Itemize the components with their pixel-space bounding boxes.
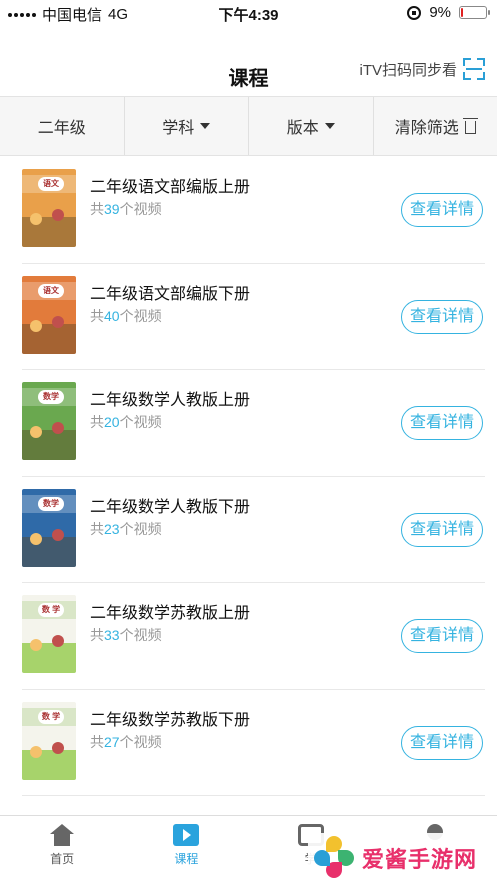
video-count-suffix: 个视频 <box>119 307 162 324</box>
play-video-icon <box>173 824 200 846</box>
trash-icon <box>462 117 478 134</box>
cover-subject-label: 数 学 <box>38 709 64 724</box>
edition-filter[interactable]: 版本 <box>249 97 374 155</box>
video-count: 共39个视频 <box>90 199 162 219</box>
home-icon <box>50 824 75 846</box>
view-details-button[interactable]: 查看详情 <box>401 619 483 653</box>
video-count-number: 33 <box>104 627 120 643</box>
cover-subject-label: 语文 <box>38 177 64 191</box>
course-cover-image[interactable]: 语文 <box>22 169 76 247</box>
course-cover-image[interactable]: 数 学 <box>22 701 76 780</box>
itv-label: iTV扫码同步看 <box>359 61 457 79</box>
clear-filter-label: 清除筛选 <box>394 120 459 137</box>
course-title[interactable]: 二年级数学苏教版上册 <box>90 599 250 623</box>
course-cover-image[interactable]: 数学 <box>22 382 76 460</box>
chevron-down-icon <box>200 123 211 129</box>
course-row[interactable]: 语文 二年级语文部编版上册 共39个视频 查看详情 <box>22 157 485 264</box>
battery-icon <box>459 6 490 19</box>
scan-icon <box>463 58 485 80</box>
cover-subject-label: 数学 <box>38 496 64 511</box>
tab-course[interactable]: 课程 <box>124 816 248 883</box>
course-title[interactable]: 二年级语文部编版上册 <box>90 173 250 197</box>
video-count-suffix: 个视频 <box>119 201 162 217</box>
view-details-button[interactable]: 查看详情 <box>401 512 483 547</box>
video-count-suffix: 个视频 <box>119 627 162 643</box>
course-title[interactable]: 二年级数学苏教版下册 <box>90 706 250 730</box>
cover-subject-label: 数 学 <box>38 603 64 617</box>
video-count: 共33个视频 <box>90 625 162 645</box>
course-list: 语文 二年级语文部编版上册 共39个视频 查看详情 语文 二年级语文部编版下册 … <box>0 157 497 796</box>
battery-percent: 9% <box>429 4 451 21</box>
video-count: 共27个视频 <box>90 732 162 752</box>
tab-home[interactable]: 首页 <box>0 816 124 883</box>
pinwheel-logo-icon <box>312 836 356 880</box>
clear-filter-button[interactable]: 清除筛选 <box>374 97 497 155</box>
view-details-button[interactable]: 查看详情 <box>401 406 483 440</box>
subject-filter-label: 学科 <box>162 120 195 137</box>
tab-home-label: 首页 <box>50 852 75 866</box>
video-count: 共40个视频 <box>90 306 162 326</box>
status-right: 9% <box>407 4 490 21</box>
course-cover-image[interactable]: 数学 <box>22 488 76 567</box>
video-count-number: 27 <box>104 733 120 750</box>
video-count-number: 20 <box>104 414 120 430</box>
chevron-down-icon <box>324 123 335 129</box>
course-cover-image[interactable]: 数 学 <box>22 595 76 673</box>
grade-filter[interactable]: 二年级 <box>0 97 125 155</box>
course-cover-image[interactable]: 语文 <box>22 275 76 354</box>
course-title[interactable]: 二年级语文部编版下册 <box>90 280 250 304</box>
course-title[interactable]: 二年级数学人教版下册 <box>90 493 250 517</box>
video-count: 共20个视频 <box>90 412 162 432</box>
video-count: 共23个视频 <box>90 519 162 539</box>
view-details-button[interactable]: 查看详情 <box>401 299 483 334</box>
video-count-prefix: 共 <box>90 414 104 430</box>
video-count-suffix: 个视频 <box>119 520 162 537</box>
course-row[interactable]: 数 学 二年级数学苏教版上册 共33个视频 查看详情 <box>22 583 485 690</box>
filter-bar: 二年级 学科 版本 清除筛选 <box>0 96 497 156</box>
video-count-prefix: 共 <box>90 307 104 324</box>
course-row[interactable]: 数学 二年级数学人教版下册 共23个视频 查看详情 <box>22 477 485 583</box>
course-row[interactable]: 数学 二年级数学人教版上册 共20个视频 查看详情 <box>22 370 485 477</box>
video-count-prefix: 共 <box>90 627 104 643</box>
video-count-number: 40 <box>104 307 120 324</box>
rotation-lock-icon <box>407 5 422 20</box>
view-details-button[interactable]: 查看详情 <box>401 193 483 227</box>
subject-filter[interactable]: 学科 <box>125 97 249 155</box>
course-row[interactable]: 语文 二年级语文部编版下册 共40个视频 查看详情 <box>22 264 485 370</box>
status-bar: 中国电信 4G 下午4:39 9% <box>0 0 497 26</box>
tab-course-label: 课程 <box>174 852 199 866</box>
course-title[interactable]: 二年级数学人教版上册 <box>90 386 250 410</box>
grade-filter-label: 二年级 <box>37 120 86 137</box>
video-count-number: 23 <box>104 520 120 537</box>
itv-scan-button[interactable]: iTV扫码同步看 <box>359 58 485 80</box>
video-count-number: 39 <box>104 201 120 217</box>
video-count-suffix: 个视频 <box>119 733 162 750</box>
view-details-button[interactable]: 查看详情 <box>401 725 483 760</box>
video-count-prefix: 共 <box>90 201 104 217</box>
video-count-prefix: 共 <box>90 733 104 750</box>
edition-filter-label: 版本 <box>286 120 319 137</box>
course-row[interactable]: 数 学 二年级数学苏教版下册 共27个视频 查看详情 <box>22 690 485 796</box>
cover-subject-label: 数学 <box>38 390 64 404</box>
video-count-prefix: 共 <box>90 520 104 537</box>
navigation-bar: 课程 iTV扫码同步看 <box>0 26 497 96</box>
watermark-text: 爱酱手游网 <box>362 847 478 872</box>
site-watermark: 爱酱手游网 <box>308 833 497 883</box>
battery-fill <box>461 8 463 17</box>
cover-subject-label: 语文 <box>38 283 64 298</box>
video-count-suffix: 个视频 <box>119 414 162 430</box>
